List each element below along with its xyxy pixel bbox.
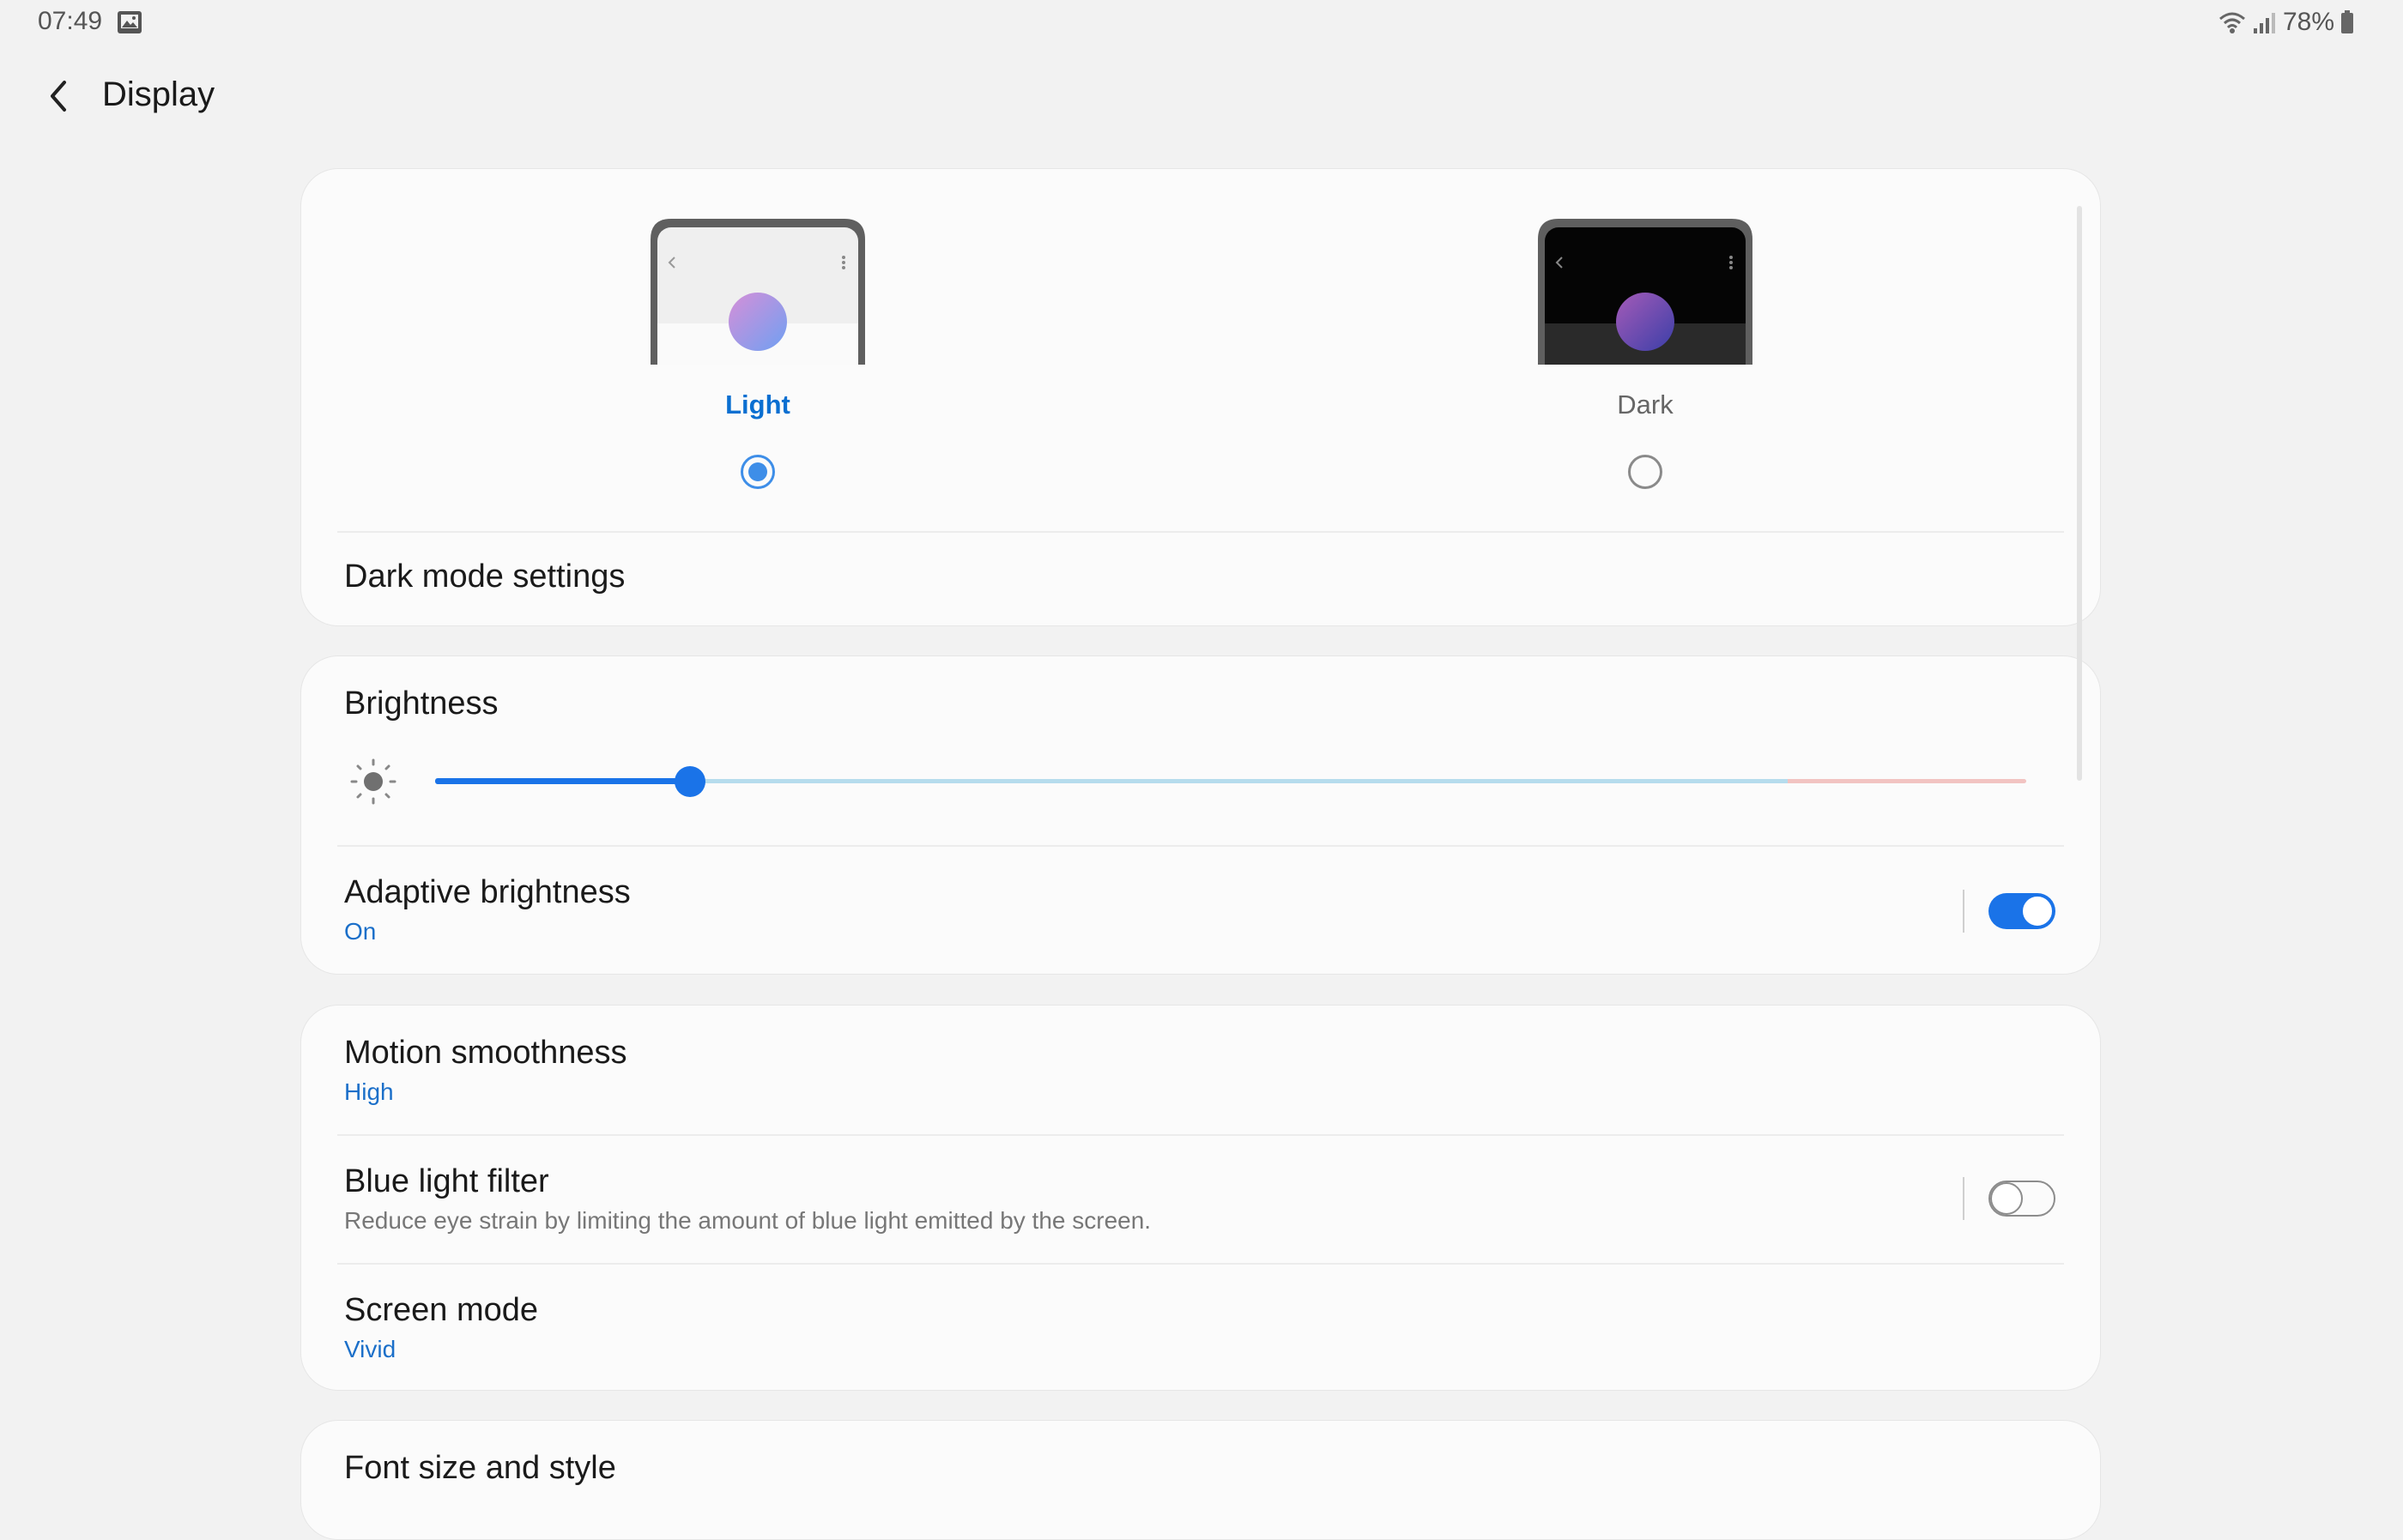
brightness-slider[interactable] xyxy=(435,756,2026,807)
divider xyxy=(337,1134,2064,1136)
gallery-notification-icon xyxy=(118,11,142,33)
adaptive-brightness-toggle[interactable] xyxy=(1988,893,2055,929)
status-bar: 07:49 78% xyxy=(0,0,2403,48)
display-options-card: Motion smoothness High Blue light filter… xyxy=(300,1005,2101,1391)
status-time: 07:49 xyxy=(38,7,103,35)
brightness-card: Brightness Adaptive brightness On xyxy=(300,655,2101,975)
blue-light-filter-description: Reduce eye strain by limiting the amount… xyxy=(344,1207,1152,1234)
brightness-track-fill xyxy=(435,778,690,784)
app-bar: Display xyxy=(0,60,2403,137)
toggle-separator xyxy=(1963,890,1964,933)
adaptive-brightness-status: On xyxy=(344,918,377,945)
page-title: Display xyxy=(102,75,215,113)
blue-light-filter-label: Blue light filter xyxy=(344,1163,549,1199)
brightness-slider-thumb[interactable] xyxy=(674,766,705,797)
back-button[interactable] xyxy=(31,69,86,124)
motion-smoothness-label: Motion smoothness xyxy=(344,1035,627,1071)
battery-percentage: 78% xyxy=(2282,8,2334,36)
brightness-sun-icon xyxy=(350,758,396,805)
divider xyxy=(337,845,2064,847)
theme-option-light[interactable]: Light xyxy=(642,214,874,489)
light-theme-preview-icon xyxy=(651,219,865,365)
motion-smoothness-row[interactable]: Motion smoothness High xyxy=(344,1035,2057,1106)
blue-light-filter-row[interactable]: Blue light filter Reduce eye strain by l… xyxy=(344,1163,1894,1235)
dark-mode-settings-label: Dark mode settings xyxy=(344,559,626,595)
toggle-knob xyxy=(1990,1182,2023,1215)
theme-card: Light Dark Dark mode settings xyxy=(300,168,2101,626)
scrollbar[interactable] xyxy=(2077,206,2082,781)
font-card: Font size and style xyxy=(300,1420,2101,1540)
dark-mode-settings-row[interactable]: Dark mode settings xyxy=(344,559,2057,595)
blue-light-filter-toggle[interactable] xyxy=(1988,1181,2055,1217)
divider xyxy=(337,531,2064,533)
screen-mode-value: Vivid xyxy=(344,1336,396,1362)
toggle-separator xyxy=(1963,1177,1964,1220)
motion-smoothness-value: High xyxy=(344,1078,394,1105)
divider xyxy=(337,1263,2064,1265)
brightness-label: Brightness xyxy=(344,685,499,722)
theme-option-dark[interactable]: Dark xyxy=(1529,214,1761,489)
back-arrow-icon xyxy=(51,81,66,112)
dark-theme-preview-icon xyxy=(1538,219,1752,365)
screen-mode-label: Screen mode xyxy=(344,1292,539,1328)
font-size-and-style-row[interactable]: Font size and style xyxy=(344,1450,2057,1487)
theme-label-light: Light xyxy=(725,390,790,420)
status-right: 78% xyxy=(2218,5,2355,39)
adaptive-brightness-row[interactable]: Adaptive brightness On xyxy=(344,874,2057,945)
light-theme-radio[interactable] xyxy=(741,455,775,489)
signal-icon xyxy=(2253,13,2275,33)
battery-icon xyxy=(2341,10,2353,33)
toggle-knob xyxy=(2020,894,2055,928)
dark-theme-radio[interactable] xyxy=(1628,455,1662,489)
theme-label-dark: Dark xyxy=(1617,390,1674,420)
adaptive-brightness-label: Adaptive brightness xyxy=(344,874,631,910)
font-size-and-style-label: Font size and style xyxy=(344,1450,616,1486)
wifi-icon xyxy=(2218,12,2245,33)
brightness-row: Brightness xyxy=(344,685,2057,722)
screen-mode-row[interactable]: Screen mode Vivid xyxy=(344,1292,2057,1363)
